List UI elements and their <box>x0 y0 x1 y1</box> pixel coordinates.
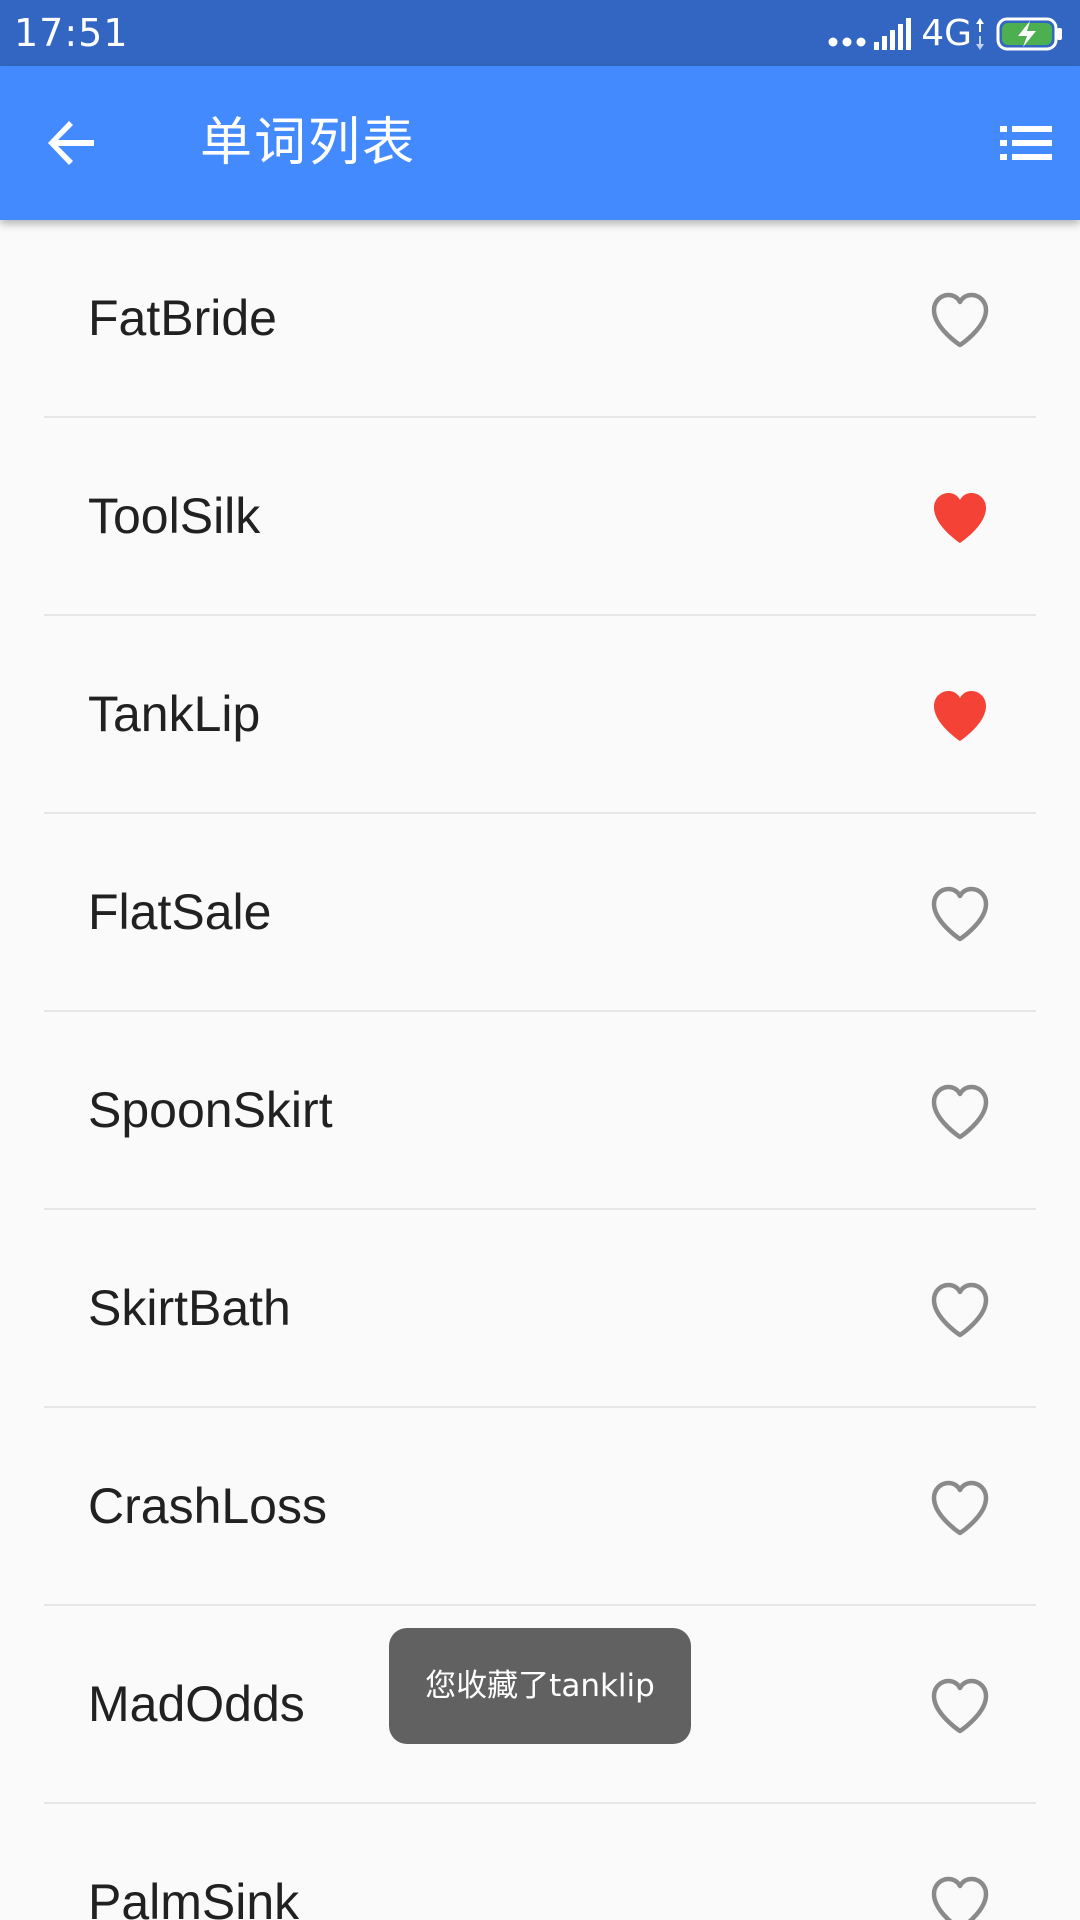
list-item[interactable]: SkirtBath <box>44 1210 1036 1408</box>
favorite-button[interactable] <box>930 1282 990 1338</box>
word-label: ToolSilk <box>88 488 261 544</box>
heart-filled-icon <box>934 493 986 543</box>
status-time: 17:51 <box>14 11 129 55</box>
list-item[interactable]: CrashLoss <box>44 1408 1036 1606</box>
network-indicator: 4G <box>921 12 986 56</box>
heart-outline-icon <box>931 1876 989 1920</box>
list-menu-icon <box>1000 126 1052 160</box>
battery-charging-icon <box>996 17 1062 51</box>
list-item[interactable]: SpoonSkirt <box>44 1012 1036 1210</box>
word-label: FlatSale <box>88 884 272 940</box>
word-label: PalmSink <box>88 1874 300 1920</box>
status-icons: 4G <box>827 12 1064 56</box>
favorite-button[interactable] <box>930 292 990 348</box>
word-label: TankLip <box>88 686 261 742</box>
list-item[interactable]: ToolSilk <box>44 418 1036 616</box>
heart-outline-icon <box>931 1678 989 1734</box>
favorite-button[interactable] <box>930 688 990 744</box>
more-dots-icon <box>828 37 866 47</box>
heart-outline-icon <box>931 1480 989 1536</box>
favorite-button[interactable] <box>930 1876 990 1920</box>
word-label: FatBride <box>88 290 277 346</box>
word-label: SkirtBath <box>88 1280 291 1336</box>
favorite-button[interactable] <box>930 1084 990 1140</box>
heart-outline-icon <box>931 1084 989 1140</box>
favorite-button[interactable] <box>930 490 990 546</box>
signal-icon <box>874 18 912 50</box>
list-item[interactable]: PalmSink <box>44 1804 1036 1920</box>
word-label: MadOdds <box>88 1676 305 1732</box>
list-item[interactable]: FatBride <box>44 220 1036 418</box>
heart-filled-icon <box>934 691 986 741</box>
word-label: CrashLoss <box>88 1478 327 1534</box>
back-button[interactable] <box>42 113 102 173</box>
network-arrows-icon <box>976 18 984 50</box>
favorite-button[interactable] <box>930 1678 990 1734</box>
app-bar: 单词列表 <box>0 66 1080 220</box>
list-item[interactable]: FlatSale <box>44 814 1036 1012</box>
favorite-button[interactable] <box>930 1480 990 1536</box>
toast-message: 您收藏了tanklip <box>389 1628 691 1744</box>
network-label: 4G <box>921 13 972 54</box>
status-bar: 17:51 4G <box>0 0 1080 66</box>
list-item[interactable]: TankLip <box>44 616 1036 814</box>
saved-list-button[interactable] <box>998 118 1054 168</box>
arrow-back-icon <box>48 121 94 165</box>
heart-outline-icon <box>931 1282 989 1338</box>
page-title: 单词列表 <box>200 113 417 173</box>
word-label: SpoonSkirt <box>88 1082 333 1138</box>
heart-outline-icon <box>931 292 989 348</box>
favorite-button[interactable] <box>930 886 990 942</box>
heart-outline-icon <box>931 886 989 942</box>
